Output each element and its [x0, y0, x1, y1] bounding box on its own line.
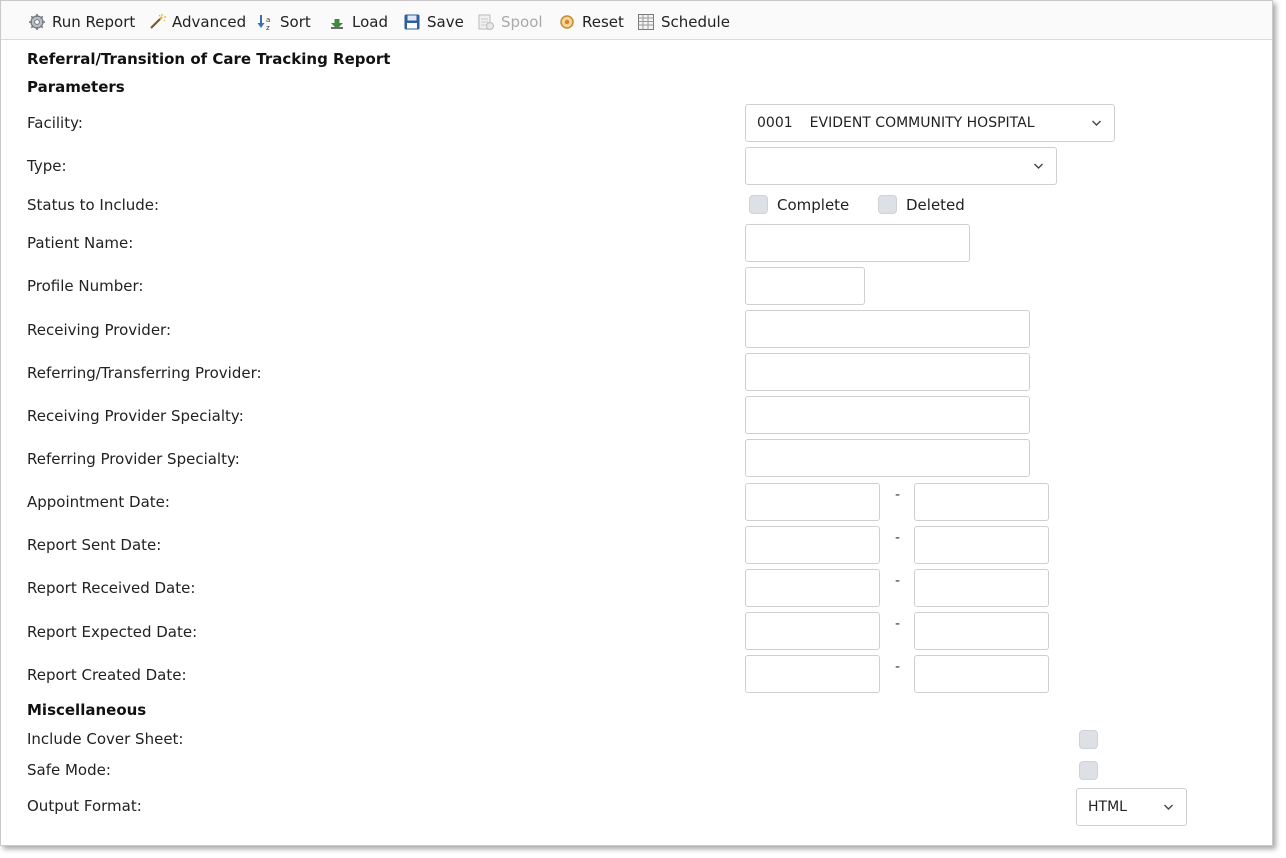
date-range-separator: - — [895, 616, 901, 632]
output-format-select[interactable]: HTML — [1076, 788, 1187, 826]
profile-number-label: Profile Number: — [27, 277, 144, 295]
reset-label: Reset — [582, 13, 624, 31]
reset-button[interactable]: Reset — [558, 11, 624, 33]
report-received-date-from[interactable] — [745, 569, 880, 607]
report-sent-date-from[interactable] — [745, 526, 880, 564]
magic-wand-icon — [150, 14, 166, 29]
facility-select[interactable]: 0001 EVIDENT COMMUNITY HOSPITAL — [745, 104, 1115, 142]
report-created-date-label: Report Created Date: — [27, 666, 187, 684]
parameters-heading: Parameters — [27, 78, 125, 96]
load-button[interactable]: Load — [328, 11, 388, 33]
facility-name: EVIDENT COMMUNITY HOSPITAL — [809, 115, 1035, 131]
safe-mode-checkbox[interactable] — [1079, 761, 1098, 780]
deleted-checkbox[interactable] — [878, 195, 897, 214]
referring-provider-label: Referring/Transferring Provider: — [27, 364, 262, 382]
schedule-icon — [638, 14, 654, 30]
load-label: Load — [352, 13, 388, 31]
receiving-provider-input[interactable] — [745, 310, 1030, 348]
miscellaneous-heading: Miscellaneous — [27, 701, 147, 719]
run-report-button[interactable]: Run Report — [28, 11, 135, 33]
referring-provider-input[interactable] — [745, 353, 1030, 391]
date-range-separator: - — [895, 659, 901, 675]
schedule-label: Schedule — [661, 13, 730, 31]
report-created-date-to[interactable] — [914, 655, 1049, 693]
report-received-date-label: Report Received Date: — [27, 579, 196, 597]
chevron-down-icon — [1164, 804, 1173, 810]
sort-label: Sort — [280, 13, 311, 31]
gear-icon — [29, 14, 45, 30]
type-select[interactable] — [745, 147, 1057, 185]
referring-specialty-input[interactable] — [745, 439, 1030, 477]
patient-name-input[interactable] — [745, 224, 970, 262]
save-label: Save — [427, 13, 464, 31]
report-expected-date-label: Report Expected Date: — [27, 623, 198, 641]
toolbar: Run Report Advanced a z Sort Load Save S… — [1, 1, 1272, 40]
date-range-separator: - — [895, 573, 901, 589]
spool-icon — [478, 14, 494, 30]
date-range-separator: - — [895, 530, 901, 546]
load-icon — [331, 19, 343, 29]
run-report-label: Run Report — [52, 13, 136, 31]
sort-button[interactable]: a z Sort — [256, 11, 311, 33]
referring-specialty-label: Referring Provider Specialty: — [27, 450, 240, 468]
status-label: Status to Include: — [27, 196, 160, 214]
advanced-label: Advanced — [172, 13, 247, 31]
report-sent-date-to[interactable] — [914, 526, 1049, 564]
spool-button[interactable]: Spool — [477, 11, 543, 33]
cover-sheet-checkbox[interactable] — [1079, 730, 1098, 749]
floppy-disk-icon — [404, 14, 420, 30]
reset-icon — [560, 15, 574, 29]
chevron-down-icon — [1092, 120, 1101, 126]
date-range-separator: - — [895, 487, 901, 503]
schedule-button[interactable]: Schedule — [637, 11, 730, 33]
advanced-button[interactable]: Advanced — [148, 11, 246, 33]
deleted-label: Deleted — [906, 196, 965, 214]
chevron-down-icon — [1034, 163, 1043, 169]
appointment-date-label: Appointment Date: — [27, 493, 170, 511]
complete-label: Complete — [777, 196, 850, 214]
complete-checkbox[interactable] — [749, 195, 768, 214]
receiving-specialty-input[interactable] — [745, 396, 1030, 434]
appointment-date-from[interactable] — [745, 483, 880, 521]
safe-mode-label: Safe Mode: — [27, 761, 111, 779]
sort-icon: a z — [257, 15, 270, 31]
report-created-date-from[interactable] — [745, 655, 880, 693]
receiving-specialty-label: Receiving Provider Specialty: — [27, 407, 244, 425]
spool-label: Spool — [501, 13, 543, 31]
svg-text:a: a — [266, 16, 270, 24]
appointment-date-to[interactable] — [914, 483, 1049, 521]
cover-sheet-label: Include Cover Sheet: — [27, 730, 184, 748]
facility-code: 0001 — [757, 115, 793, 131]
report-expected-date-to[interactable] — [914, 612, 1049, 650]
output-format-value: HTML — [1088, 799, 1127, 815]
profile-number-input[interactable] — [745, 267, 865, 305]
output-format-label: Output Format: — [27, 797, 142, 815]
svg-text:z: z — [266, 24, 270, 31]
save-button[interactable]: Save — [403, 11, 464, 33]
report-window: Run Report Advanced a z Sort Load Save S… — [0, 0, 1273, 846]
receiving-provider-label: Receiving Provider: — [27, 321, 172, 339]
report-sent-date-label: Report Sent Date: — [27, 536, 162, 554]
facility-label: Facility: — [27, 114, 83, 132]
report-expected-date-from[interactable] — [745, 612, 880, 650]
type-label: Type: — [27, 157, 67, 175]
report-title: Referral/Transition of Care Tracking Rep… — [27, 50, 391, 68]
patient-name-label: Patient Name: — [27, 234, 134, 252]
report-received-date-to[interactable] — [914, 569, 1049, 607]
